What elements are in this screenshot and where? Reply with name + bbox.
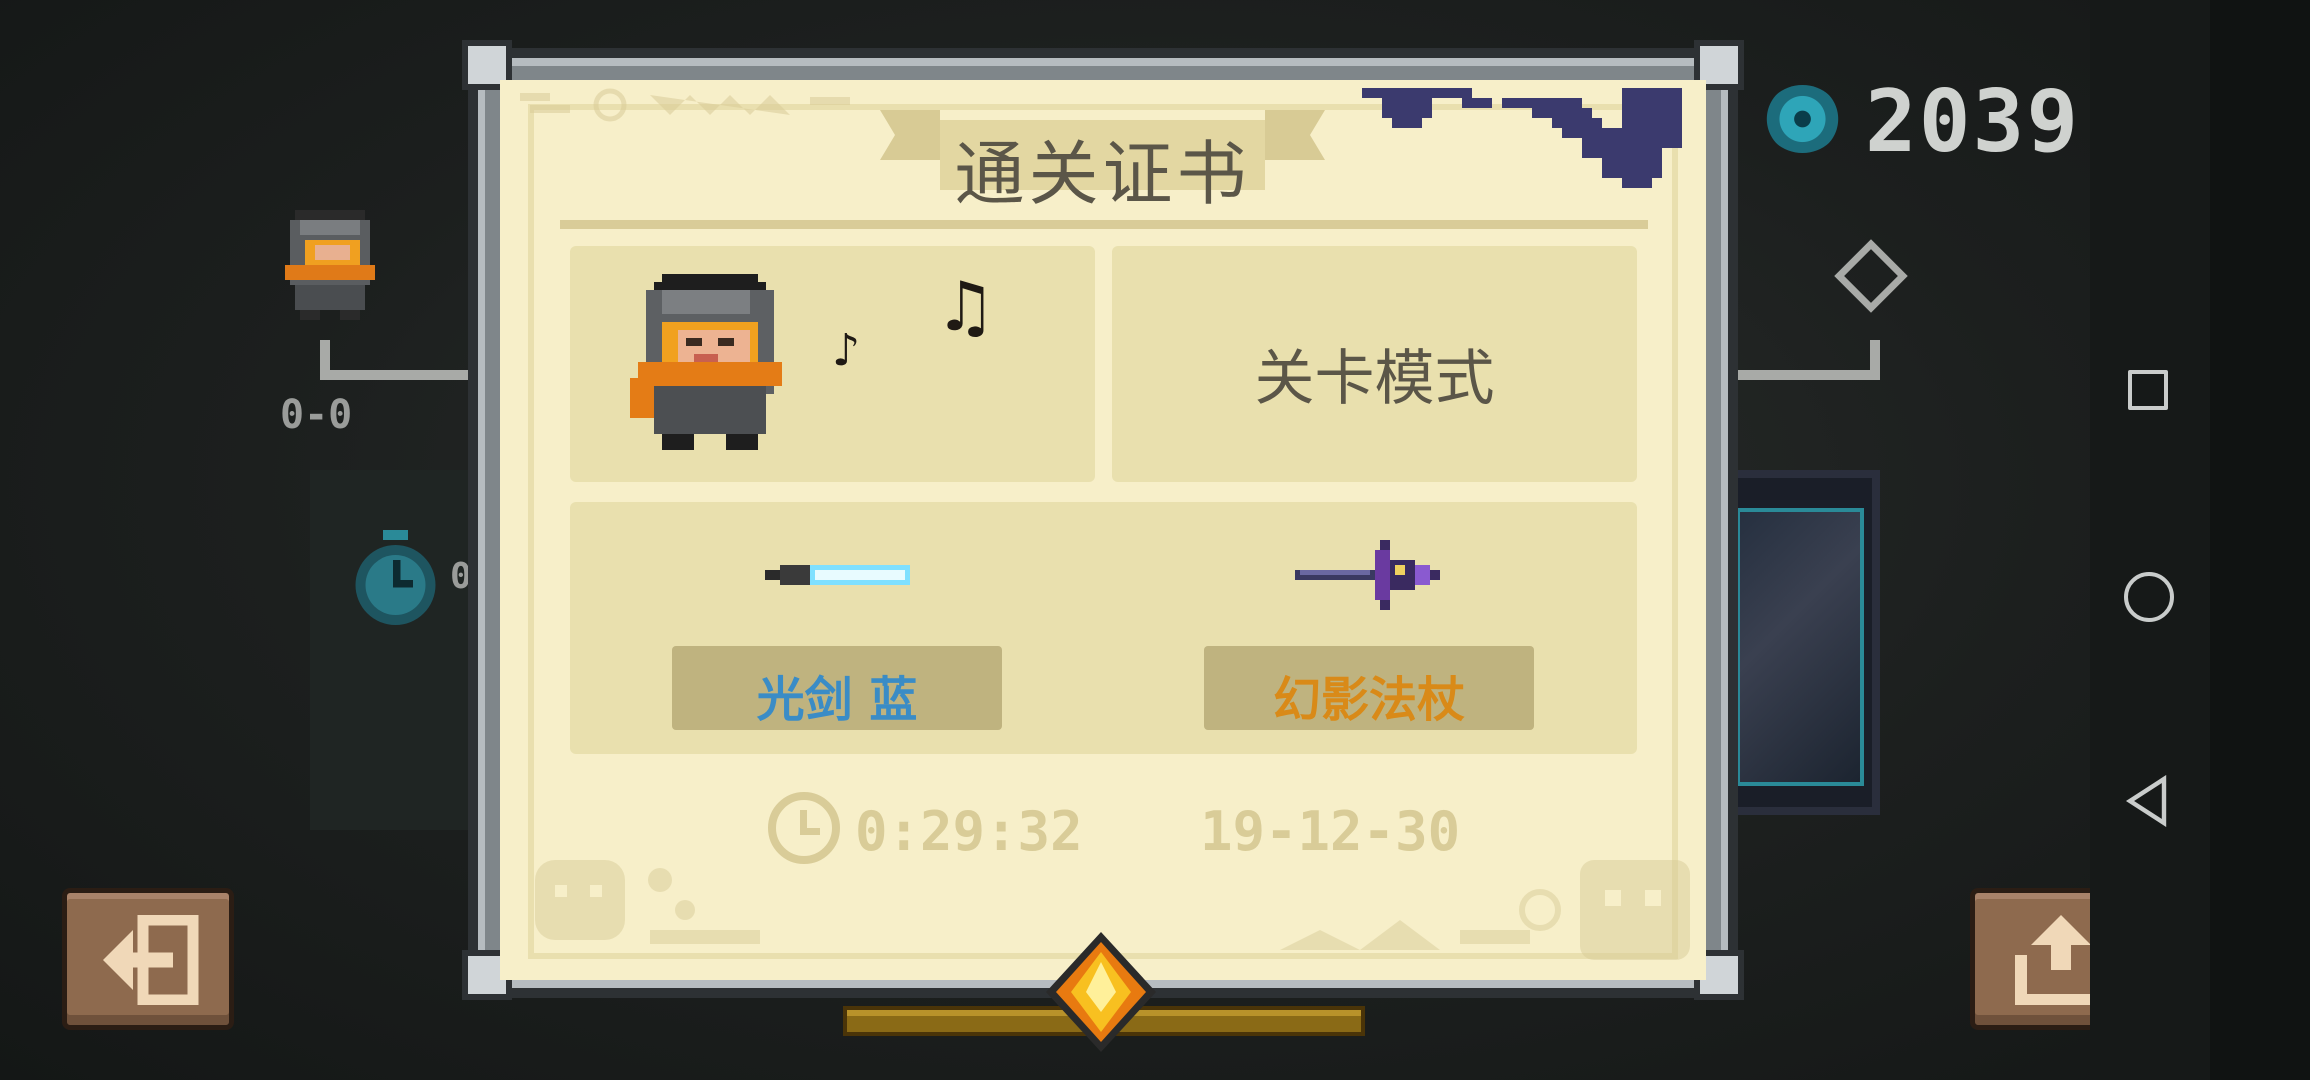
left-side-panel <box>310 470 490 830</box>
clear-date: 19-12-30 <box>1200 800 1461 863</box>
right-bracket <box>1730 340 1880 380</box>
music-note-icon: ♪ <box>832 325 861 376</box>
system-nav-bar-inner <box>2090 0 2210 1080</box>
blue-gem-icon <box>1765 85 1840 153</box>
wing-emblem-icon <box>1362 88 1682 188</box>
certificate-title: 通关证书 <box>954 133 1251 215</box>
score-label: 0-0 <box>280 392 353 438</box>
ornament-decoration <box>535 860 760 944</box>
left-bracket <box>320 340 480 380</box>
clear-time: 0:29:32 <box>855 800 1083 863</box>
knight-hero-icon <box>630 272 790 456</box>
exit-button[interactable] <box>62 888 234 1030</box>
game-mode-label: 关卡模式 <box>1254 344 1495 414</box>
clock-icon <box>768 792 840 864</box>
weapon-name-left: 光剑 蓝 <box>756 672 918 728</box>
stopwatch-icon <box>348 530 443 634</box>
hero-avatar-icon <box>280 205 380 324</box>
exit-icon <box>103 915 199 1005</box>
recent-apps-button[interactable] <box>2128 370 2168 410</box>
phantom-staff-icon <box>1295 540 1445 614</box>
home-button[interactable] <box>2124 572 2174 622</box>
back-button[interactable] <box>2124 774 2172 831</box>
ornament-decoration <box>520 88 850 122</box>
title-divider <box>560 220 1648 229</box>
weapon-name-right: 幻影法杖 <box>1272 672 1465 728</box>
music-note-icon: ♫ <box>935 268 996 347</box>
orange-gem-icon <box>1046 932 1156 1056</box>
gem-count: 2039 <box>1865 72 2081 172</box>
lightsaber-icon <box>765 560 910 594</box>
